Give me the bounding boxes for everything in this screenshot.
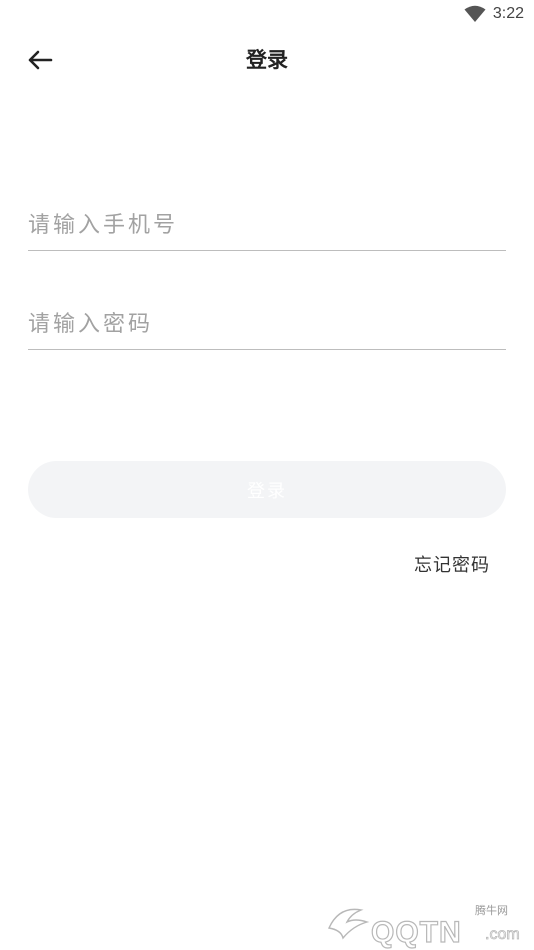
login-button-label: 登录 <box>247 480 287 502</box>
page-title: 登录 <box>246 48 288 72</box>
watermark: 腾牛网 QQTN .com <box>325 898 525 950</box>
password-field[interactable] <box>28 299 506 350</box>
login-button[interactable]: 登录 <box>28 461 506 518</box>
watermark-main-text: QQTN <box>370 915 462 949</box>
watermark-small-text: 腾牛网 <box>475 904 508 917</box>
forgot-password-link[interactable]: 忘记密码 <box>414 551 490 577</box>
watermark-suffix: .com <box>485 926 520 944</box>
status-bar: 3:22 <box>0 0 534 28</box>
status-time: 3:22 <box>492 5 524 22</box>
password-input[interactable] <box>28 299 506 349</box>
phone-input[interactable] <box>28 200 506 250</box>
wifi-icon <box>464 5 486 22</box>
phone-field[interactable] <box>28 200 506 251</box>
qqtn-logo-icon <box>327 908 370 940</box>
